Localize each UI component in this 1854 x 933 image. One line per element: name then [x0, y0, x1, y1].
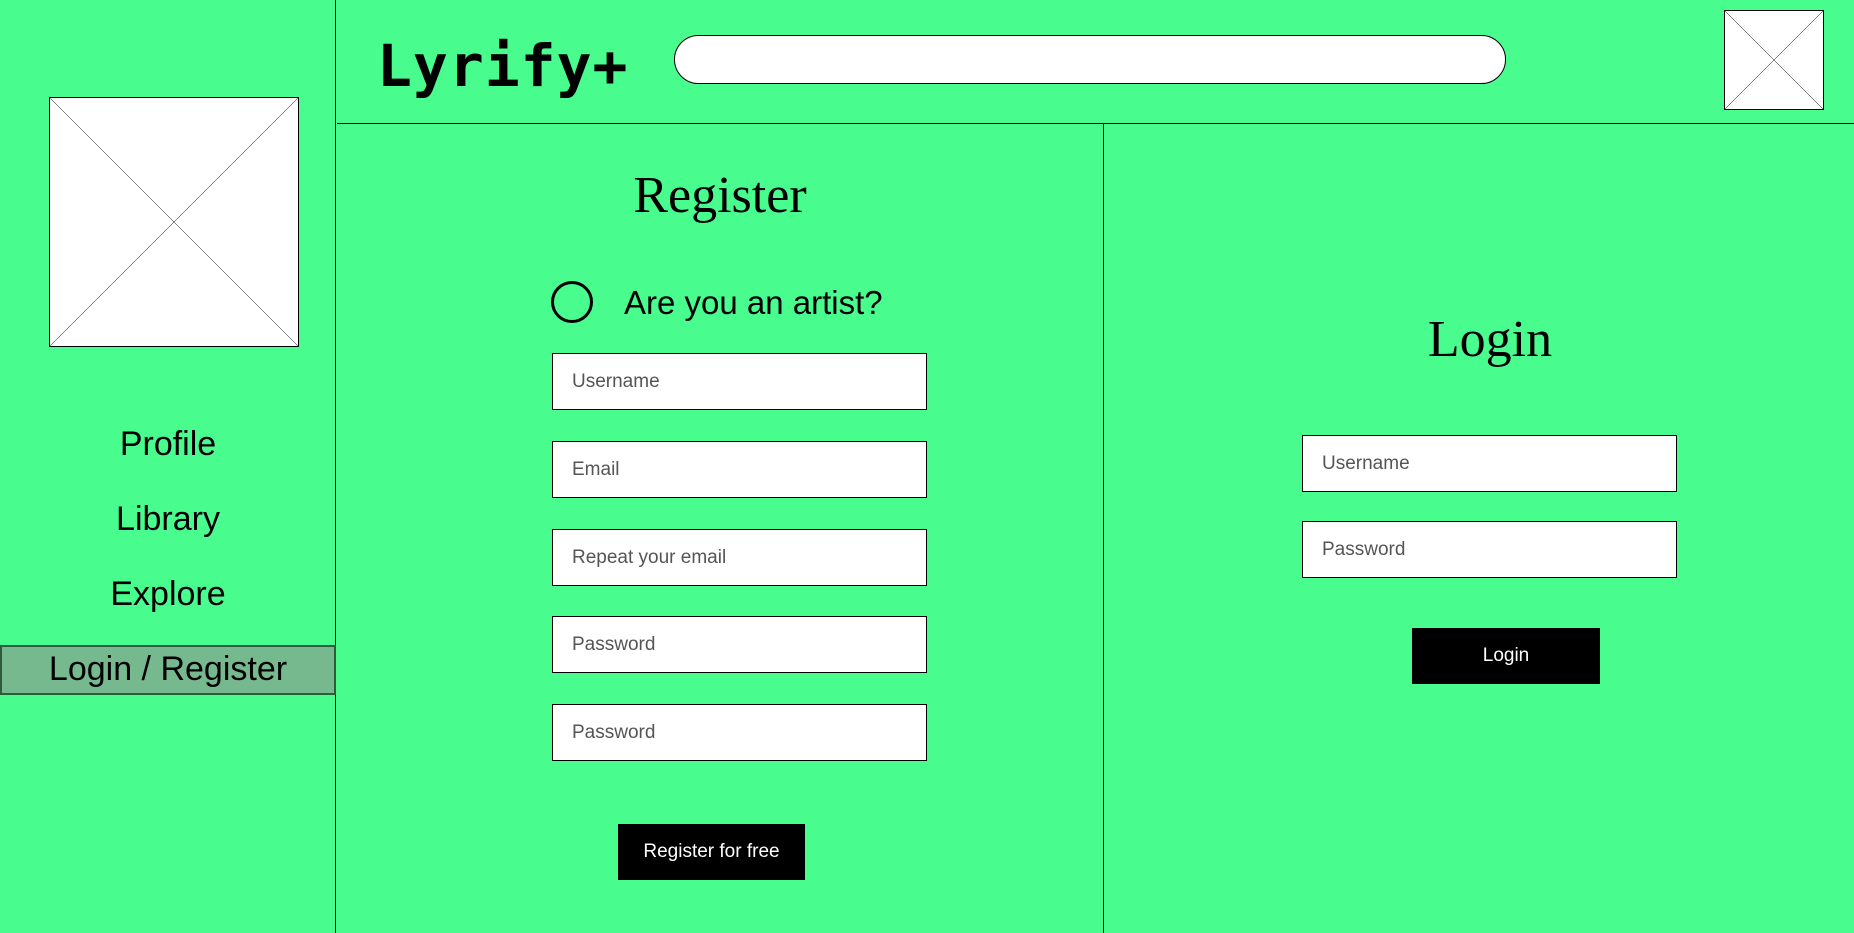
artist-radio[interactable]: [551, 281, 593, 323]
panel-divider: [1103, 124, 1104, 933]
register-button[interactable]: Register for free: [618, 824, 805, 880]
login-title: Login: [1427, 311, 1553, 368]
register-password-input[interactable]: [552, 616, 927, 673]
register-title: Register: [633, 167, 807, 224]
sidebar-item-profile[interactable]: Profile: [0, 420, 336, 468]
register-email-input[interactable]: [552, 441, 927, 498]
image-placeholder-icon: [49, 97, 299, 347]
sidebar-item-login-register[interactable]: Login / Register: [0, 645, 336, 695]
sidebar-item-explore[interactable]: Explore: [0, 570, 336, 618]
login-password-input[interactable]: [1302, 521, 1677, 578]
image-placeholder-icon[interactable]: [1724, 10, 1824, 110]
search-input[interactable]: [674, 35, 1506, 84]
login-username-input[interactable]: [1302, 435, 1677, 492]
register-repeat-email-input[interactable]: [552, 529, 927, 586]
register-username-input[interactable]: [552, 353, 927, 410]
app-logo[interactable]: Lyrify+: [377, 32, 628, 100]
artist-label: Are you an artist?: [624, 284, 883, 321]
sidebar-item-library[interactable]: Library: [0, 495, 336, 543]
register-password-repeat-input[interactable]: [552, 704, 927, 761]
login-button[interactable]: Login: [1412, 628, 1600, 684]
